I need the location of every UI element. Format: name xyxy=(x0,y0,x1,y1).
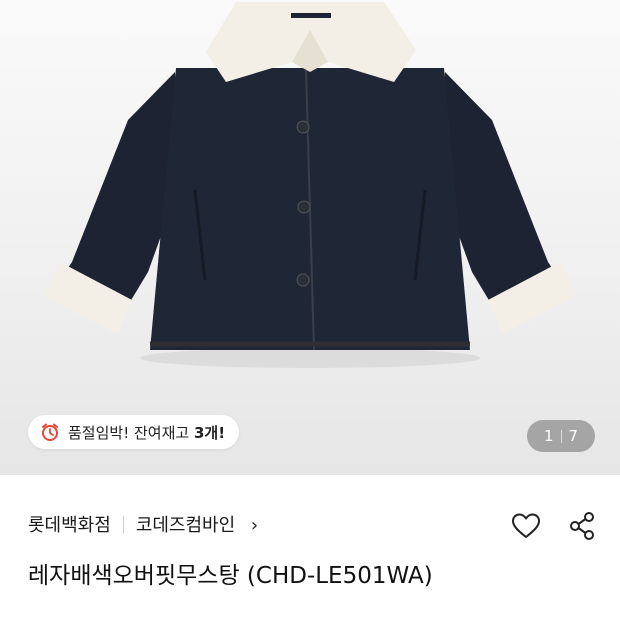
brand-link[interactable]: 코데즈컴바인 › xyxy=(136,511,258,537)
product-actions xyxy=(508,508,600,544)
like-button[interactable] xyxy=(508,508,544,544)
pager-divider xyxy=(560,429,562,443)
low-stock-text: 품절임박! 잔여재고 xyxy=(68,423,194,442)
pager-total: 7 xyxy=(568,427,579,445)
product-photo xyxy=(44,2,576,368)
product-title: 레자배색오버핏무스탕 (CHD-LE501WA) xyxy=(28,563,433,589)
low-stock-count: 3개! xyxy=(193,423,226,442)
heart-icon xyxy=(512,513,540,538)
brand-divider xyxy=(122,515,124,533)
store-name[interactable]: 롯데백화점 xyxy=(28,511,111,537)
low-stock-badge: 품절임박! 잔여재고 3개! xyxy=(28,415,240,449)
product-image-gallery[interactable]: 품절임박! 잔여재고 3개! 1 7 xyxy=(0,0,620,475)
brand-row: 롯데백화점 코데즈컴바인 › xyxy=(28,508,258,540)
share-icon xyxy=(570,512,594,540)
brand-name: 코데즈컴바인 xyxy=(135,515,236,536)
chevron-right-icon: › xyxy=(250,515,259,536)
share-button[interactable] xyxy=(564,508,600,544)
alarm-clock-icon xyxy=(42,423,58,441)
image-pager: 1 7 xyxy=(527,420,595,452)
pager-current: 1 xyxy=(543,427,554,445)
